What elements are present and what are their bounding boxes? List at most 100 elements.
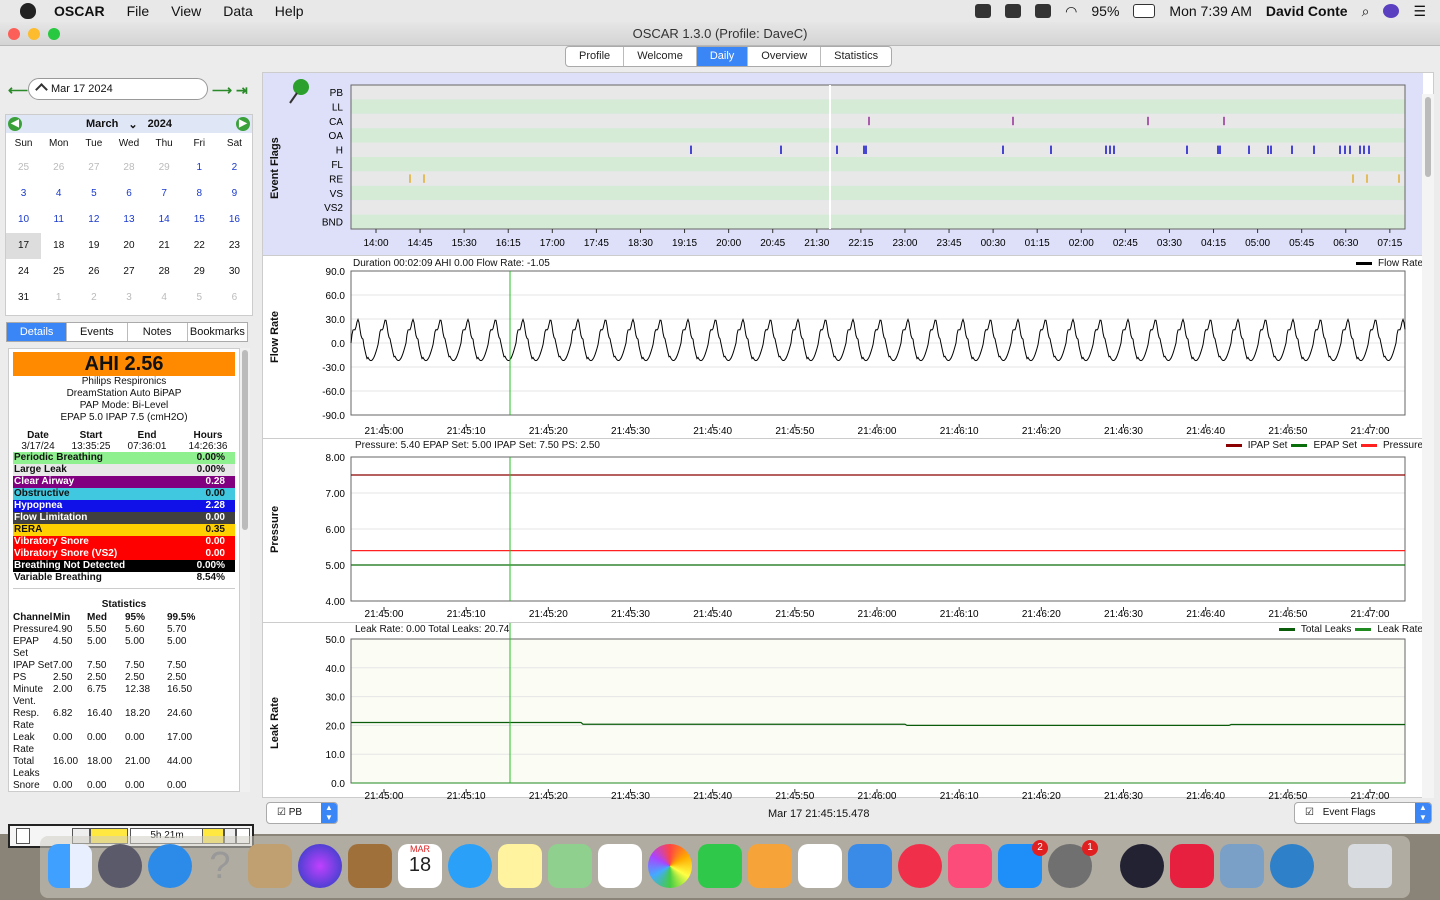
calendar-day[interactable]: 1 — [41, 285, 76, 311]
calendar-day[interactable]: 28 — [111, 155, 146, 181]
calendar-day[interactable]: 6 — [217, 285, 252, 311]
maps-icon[interactable] — [548, 844, 592, 888]
calendar-day[interactable]: 2 — [76, 285, 111, 311]
date-input[interactable]: Mar 17 2024 — [28, 78, 208, 100]
oscar-icon[interactable] — [1270, 844, 1314, 888]
calendar-day[interactable]: 24 — [6, 259, 41, 285]
range-start-handle[interactable] — [16, 828, 30, 844]
tab-details[interactable]: Details — [7, 323, 68, 341]
pressure-graph[interactable]: Pressure Pressure: 5.40 EPAP Set: 5.00 I… — [263, 439, 1423, 623]
prev-day-icon[interactable]: ⟵ — [8, 82, 28, 99]
pages-icon[interactable] — [748, 844, 792, 888]
status-sync-icon[interactable] — [1005, 4, 1022, 18]
calendar-day[interactable]: 19 — [76, 233, 111, 259]
date-picker-icon[interactable] — [35, 83, 48, 96]
user-name[interactable]: David Conte — [1266, 3, 1348, 19]
creative-cloud-icon[interactable] — [1170, 844, 1214, 888]
event-index-row[interactable]: Periodic Breathing 0.00% — [13, 452, 235, 464]
calendar-day[interactable]: 16 — [217, 207, 252, 233]
calendar-day[interactable]: 1 — [182, 155, 217, 181]
launchpad-icon[interactable] — [98, 844, 142, 888]
calendar-day[interactable]: 20 — [111, 233, 146, 259]
zoom-icon[interactable] — [48, 28, 60, 40]
calendar-day[interactable]: 2 — [217, 155, 252, 181]
menu-help[interactable]: Help — [275, 3, 304, 19]
calendar-day[interactable]: 5 — [76, 181, 111, 207]
battery-percent[interactable]: 95% — [1091, 3, 1119, 19]
event-index-row[interactable]: RERA 0.35 — [13, 524, 235, 536]
event-index-row[interactable]: Hypopnea 2.28 — [13, 500, 235, 512]
calendar-day[interactable]: 3 — [111, 285, 146, 311]
quicktime-icon[interactable] — [1120, 844, 1164, 888]
last-day-icon[interactable]: ⇥ — [236, 82, 248, 99]
calendar-month[interactable]: March — [86, 118, 118, 130]
calendar-day[interactable]: 7 — [147, 181, 182, 207]
calendar-day[interactable]: 4 — [147, 285, 182, 311]
checkbox-icon[interactable]: ☑ — [277, 807, 286, 818]
calendar-day[interactable]: 17 — [6, 233, 42, 259]
battery-icon[interactable] — [1133, 4, 1156, 18]
news-icon[interactable] — [898, 844, 942, 888]
music-icon[interactable] — [948, 844, 992, 888]
keynote-icon[interactable] — [848, 844, 892, 888]
tab-daily[interactable]: Daily — [696, 47, 749, 66]
menu-file[interactable]: File — [127, 3, 150, 19]
calendar-day[interactable]: 21 — [147, 233, 182, 259]
calendar-day[interactable]: 23 — [217, 233, 252, 259]
calendar-day[interactable]: 30 — [217, 259, 252, 285]
event-index-row[interactable]: Obstructive 0.00 — [13, 488, 235, 500]
checkbox-icon[interactable]: ☑ — [1305, 807, 1314, 818]
minimize-icon[interactable] — [28, 28, 40, 40]
calendar-day[interactable]: 29 — [182, 259, 217, 285]
trash-icon[interactable] — [1348, 844, 1392, 888]
tab-bookmarks[interactable]: Bookmarks — [188, 323, 247, 341]
calendar-day[interactable]: 26 — [76, 259, 111, 285]
notification-center-icon[interactable]: ☰ — [1413, 3, 1426, 20]
calendar-day[interactable]: 31 — [6, 285, 41, 311]
menu-app[interactable]: OSCAR — [54, 3, 105, 19]
tab-welcome[interactable]: Welcome — [624, 47, 697, 66]
preview-icon[interactable] — [248, 844, 292, 888]
safari-icon[interactable] — [148, 844, 192, 888]
calendar-day[interactable]: 3 — [6, 181, 41, 207]
status-app-icon[interactable] — [975, 4, 992, 18]
calendar-day[interactable]: 5 — [182, 285, 217, 311]
menu-data[interactable]: Data — [223, 3, 253, 19]
graphs-scrollbar[interactable] — [1422, 94, 1434, 798]
event-index-row[interactable]: Vibratory Snore (VS2) 0.00 — [13, 548, 235, 560]
tab-events[interactable]: Events — [67, 323, 128, 341]
stepper-icon[interactable]: ▲ ▼ — [321, 803, 337, 823]
reminders-icon[interactable] — [598, 844, 642, 888]
calendar-day[interactable]: 27 — [111, 259, 146, 285]
calendar-day[interactable]: 10 — [6, 207, 41, 233]
month-dropdown-icon[interactable]: ⌄ — [128, 118, 137, 131]
calendar-day[interactable]: 11 — [41, 207, 76, 233]
calendar-day[interactable]: 25 — [41, 259, 76, 285]
calendar-day[interactable]: 8 — [182, 181, 217, 207]
event-index-row[interactable]: Large Leak 0.00% — [13, 464, 235, 476]
event-index-row[interactable]: Breathing Not Detected 0.00% — [13, 560, 235, 572]
messages-icon[interactable] — [448, 844, 492, 888]
question-icon[interactable]: ? — [198, 844, 242, 888]
siri-dock-icon[interactable] — [298, 844, 342, 888]
calendar-day[interactable]: 29 — [147, 155, 182, 181]
calendar-day[interactable]: 15 — [182, 207, 217, 233]
event-flags-graph[interactable]: Event Flags PB LL CA OA H FL RE VS VS2 BND 14:00 14… — [263, 73, 1423, 256]
numbers-icon[interactable] — [798, 844, 842, 888]
notes-icon[interactable] — [498, 844, 542, 888]
facetime-icon[interactable] — [698, 844, 742, 888]
leak-rate-graph[interactable]: Leak Rate Leak Rate: 0.00 Total Leaks: 2… — [263, 623, 1423, 799]
event-index-row[interactable]: Clear Airway 0.28 — [13, 476, 235, 488]
wifi-icon[interactable]: ◠ — [1065, 3, 1077, 20]
flow-rate-graph[interactable]: Flow Rate Duration 00:02:09 AHI 0.00 Flo… — [263, 257, 1423, 439]
photos-icon[interactable] — [648, 844, 692, 888]
tab-notes[interactable]: Notes — [128, 323, 188, 341]
calendar-day[interactable]: 4 — [41, 181, 76, 207]
next-day-icon[interactable]: ⟶ — [212, 82, 232, 99]
calendar-day[interactable]: 9 — [217, 181, 252, 207]
siri-icon[interactable] — [1383, 4, 1400, 18]
stepper-icon[interactable]: ▲ ▼ — [1415, 803, 1431, 823]
calendar-day[interactable]: 18 — [41, 233, 76, 259]
calendar-day[interactable]: 13 — [111, 207, 146, 233]
calendar-day[interactable]: 12 — [76, 207, 111, 233]
